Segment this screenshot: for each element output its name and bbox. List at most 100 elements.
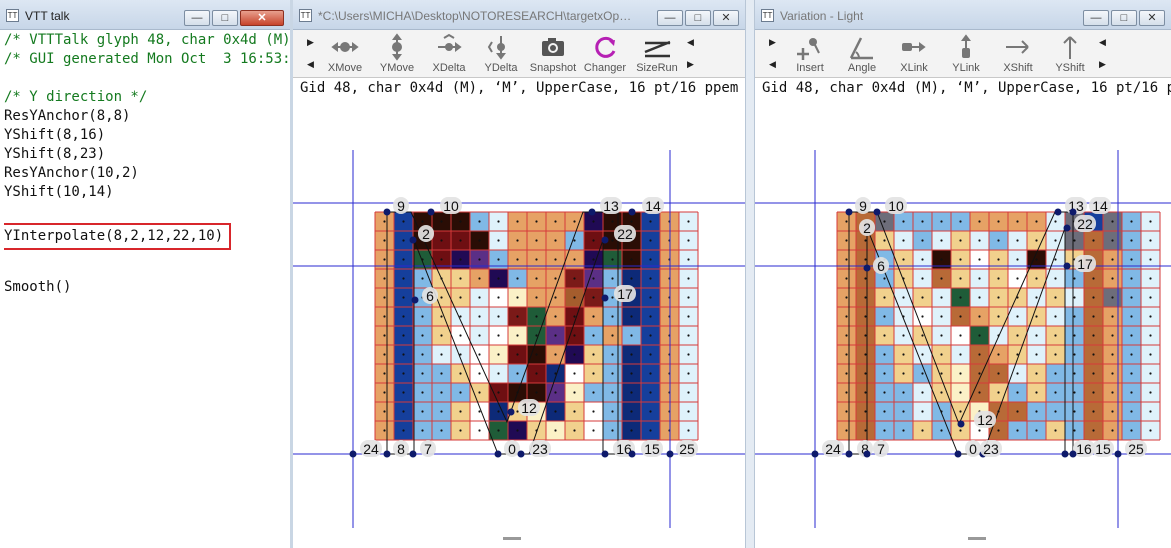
pixel-center-dot xyxy=(1073,296,1076,299)
tool-xmove-button[interactable]: XMove xyxy=(319,32,371,74)
pixel-center-dot xyxy=(459,391,462,394)
pixel-center-dot xyxy=(959,258,962,261)
tool-label: SizeRun xyxy=(636,62,678,74)
tool-xdelta-button[interactable]: XDelta xyxy=(423,32,475,74)
pixel-center-dot xyxy=(1054,220,1057,223)
tool-yshift-button[interactable]: YShift xyxy=(1044,32,1096,74)
xshift-icon xyxy=(1006,40,1029,54)
xdelta-icon xyxy=(438,33,462,52)
pixel-center-dot xyxy=(421,334,424,337)
pixel-center-dot xyxy=(864,410,867,413)
pixel-center-dot xyxy=(630,334,633,337)
tool-insert-button[interactable]: Insert xyxy=(784,32,836,74)
scroll-left-icon[interactable]: ◀ xyxy=(769,59,776,70)
scroll-right-icon[interactable]: ▶ xyxy=(687,59,694,70)
close-button[interactable]: ✕ xyxy=(1139,10,1165,26)
minimize-button[interactable]: — xyxy=(657,10,683,26)
scroll-left-icon[interactable]: ◀ xyxy=(1099,37,1106,48)
pixel-center-dot xyxy=(1092,315,1095,318)
pixel-center-dot xyxy=(1111,410,1114,413)
pixel-center-dot xyxy=(864,258,867,261)
tool-ymove-button[interactable]: YMove xyxy=(371,32,423,74)
maximize-button[interactable]: □ xyxy=(685,10,711,26)
code-line[interactable] xyxy=(4,69,288,88)
pixel-center-dot xyxy=(649,277,652,280)
pixel-center-dot xyxy=(1016,220,1019,223)
scroll-grip[interactable] xyxy=(968,537,986,540)
maximize-button[interactable]: □ xyxy=(212,10,238,26)
pixel-center-dot xyxy=(1092,372,1095,375)
pixel-center-dot xyxy=(997,391,1000,394)
code-line[interactable] xyxy=(4,259,288,278)
control-point xyxy=(863,264,871,272)
scroll-left-icon[interactable]: ◀ xyxy=(687,37,694,48)
glyph-raster-canvas[interactable]: 9 10 13 142 226 171224 8 7 0 23 16 15 25 xyxy=(293,100,745,548)
close-button[interactable]: ✕ xyxy=(240,10,284,26)
pixel-center-dot xyxy=(1149,315,1152,318)
scroll-grip[interactable] xyxy=(503,537,521,540)
point-label: 25 xyxy=(679,441,695,457)
pixel-center-dot xyxy=(402,220,405,223)
control-point xyxy=(601,294,609,302)
code-line[interactable]: ResYAnchor(10,2) xyxy=(4,164,288,183)
pixel-center-dot xyxy=(1054,334,1057,337)
pixel-center-dot xyxy=(864,391,867,394)
pixel-center-dot xyxy=(649,429,652,432)
pixel-center-dot xyxy=(402,334,405,337)
code-line[interactable]: ResYAnchor(8,8) xyxy=(4,107,288,126)
scroll-right-icon[interactable]: ▶ xyxy=(307,37,314,48)
scroll-right-icon[interactable]: ▶ xyxy=(1099,59,1106,70)
control-point xyxy=(507,408,515,416)
code-line[interactable]: /* VTTTalk glyph 48, char 0x4d (M) xyxy=(4,31,288,50)
tool-sizerun-button[interactable]: SizeRun xyxy=(631,32,683,74)
code-line[interactable]: YShift(8,23) xyxy=(4,145,288,164)
pixel-center-dot xyxy=(1035,277,1038,280)
pixel-center-dot xyxy=(845,315,848,318)
tool-label: YShift xyxy=(1055,62,1085,74)
code-line[interactable]: /* GUI generated Mon Oct 3 16:53: xyxy=(4,50,288,69)
pixel-center-dot xyxy=(440,353,443,356)
pixel-center-dot xyxy=(978,391,981,394)
pixel-center-dot xyxy=(1054,315,1057,318)
pixel-center-dot xyxy=(1092,334,1095,337)
glyph-window-titlebar[interactable]: TT *C:\Users\MICHA\Desktop\NOTORESEARCH\… xyxy=(293,0,745,30)
variation-raster-canvas[interactable]: 9 10 13 142 226 171224 8 7 0 23 16 15 25 xyxy=(755,100,1171,548)
insert-icon xyxy=(797,38,820,60)
pixel-center-dot xyxy=(845,410,848,413)
code-line[interactable]: Smooth() xyxy=(4,278,288,297)
code-line[interactable] xyxy=(4,202,288,221)
tool-xshift-button[interactable]: XShift xyxy=(992,32,1044,74)
point-label: 12 xyxy=(521,400,537,416)
pixel-center-dot xyxy=(478,277,481,280)
tool-ydelta-button[interactable]: YDelta xyxy=(475,32,527,74)
point-label: 2 xyxy=(863,220,871,236)
code-line[interactable]: YShift(10,14) xyxy=(4,183,288,202)
tool-xlink-button[interactable]: XLink xyxy=(888,32,940,74)
pixel-center-dot xyxy=(902,353,905,356)
tool-snapshot-button[interactable]: Snapshot xyxy=(527,32,579,74)
pixel-center-dot xyxy=(516,334,519,337)
highlighted-code-line[interactable]: YInterpolate(8,2,12,22,10) xyxy=(4,221,288,259)
maximize-button[interactable]: □ xyxy=(1111,10,1137,26)
code-line[interactable]: YShift(8,16) xyxy=(4,126,288,145)
code-line[interactable]: /* Y direction */ xyxy=(4,88,288,107)
tool-changer-button[interactable]: Changer xyxy=(579,32,631,74)
vtt-talk-editor[interactable]: /* VTTTalk glyph 48, char 0x4d (M) /* GUI… xyxy=(4,31,288,297)
minimize-button[interactable]: — xyxy=(184,10,210,26)
pixel-center-dot xyxy=(1130,315,1133,318)
pixel-center-dot xyxy=(997,296,1000,299)
close-button[interactable]: ✕ xyxy=(713,10,739,26)
pixel-center-dot xyxy=(516,277,519,280)
pixel-center-dot xyxy=(497,315,500,318)
tool-angle-button[interactable]: Angle xyxy=(836,32,888,74)
scroll-left-icon[interactable]: ◀ xyxy=(307,59,314,70)
pixel-center-dot xyxy=(1130,353,1133,356)
variation-window-titlebar[interactable]: TT Variation - Light — □ ✕ xyxy=(755,0,1171,30)
minimize-icon: — xyxy=(191,12,203,24)
minimize-button[interactable]: — xyxy=(1083,10,1109,26)
vtt-talk-titlebar[interactable]: TT VTT talk — □ ✕ xyxy=(0,0,290,30)
control-point xyxy=(1063,224,1071,232)
scroll-right-icon[interactable]: ▶ xyxy=(769,37,776,48)
tool-ylink-button[interactable]: YLink xyxy=(940,32,992,74)
pixel-center-dot xyxy=(383,296,386,299)
